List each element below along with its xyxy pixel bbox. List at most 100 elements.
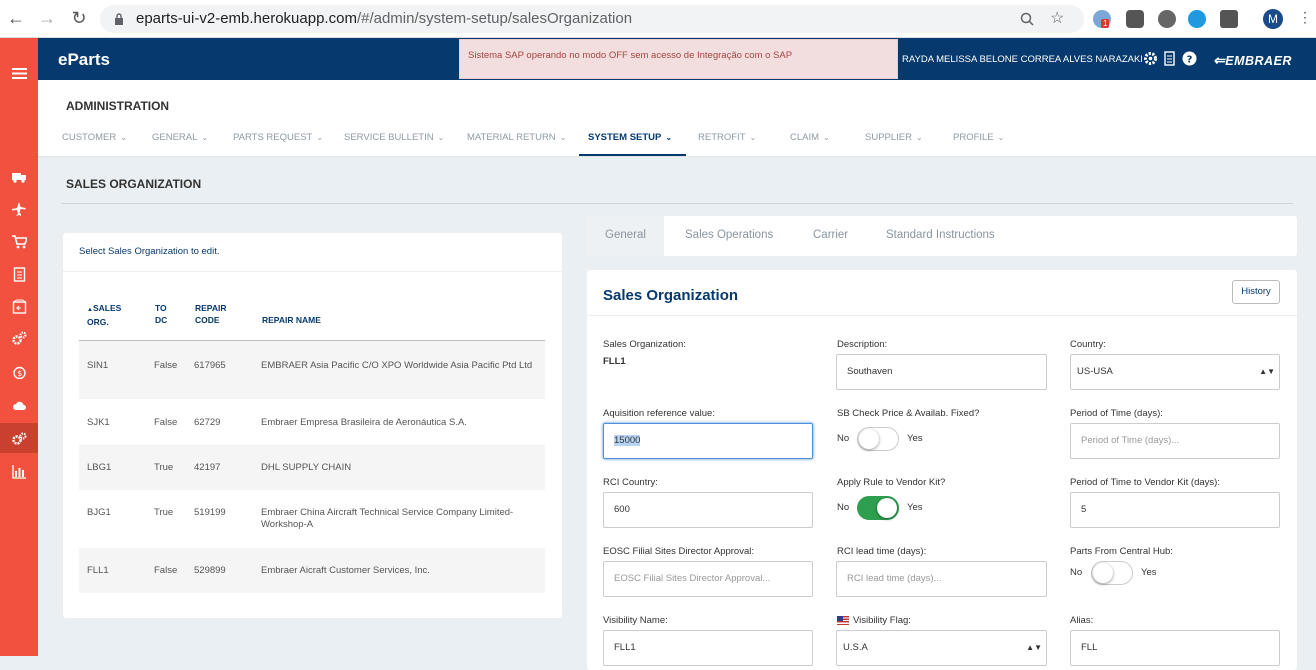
- gears-icon[interactable]: [0, 323, 38, 353]
- tab-sales-operations[interactable]: Sales Operations: [667, 216, 791, 256]
- truck-icon[interactable]: [0, 161, 38, 191]
- sales-org-value: FLL1: [603, 356, 626, 367]
- cell-repair-code: 529899: [194, 565, 226, 576]
- aquisition-input[interactable]: 15000: [603, 423, 813, 459]
- extension-shield-icon[interactable]: [1220, 10, 1238, 28]
- menu-parts-request[interactable]: PARTS REQUEST ⌄: [233, 132, 323, 143]
- url-text: eparts-ui-v2-emb.herokuapp.com/#/admin/s…: [136, 10, 633, 27]
- brand-logo[interactable]: eParts: [58, 50, 110, 70]
- menu-material-return[interactable]: MATERIAL RETURN ⌄: [467, 132, 566, 143]
- table-row[interactable]: FLL1 False 529899 Embraer Aicraft Custom…: [79, 548, 545, 593]
- extension-key-icon[interactable]: [1126, 10, 1144, 28]
- apply-rule-label: Apply Rule to Vendor Kit?: [837, 477, 946, 488]
- menu-system-setup[interactable]: SYSTEM SETUP ⌄: [588, 132, 672, 143]
- alias-label: Alias:: [1070, 615, 1094, 626]
- list-hint: Select Sales Organization to edit.: [79, 246, 220, 257]
- cell-to-dc: False: [154, 565, 178, 576]
- tab-general[interactable]: General: [587, 216, 664, 256]
- extension-check-icon[interactable]: [1188, 10, 1206, 28]
- page-title: SALES ORGANIZATION: [66, 177, 202, 191]
- extension-badge: 1: [1101, 19, 1110, 28]
- reload-icon[interactable]: ↻: [69, 8, 89, 28]
- col-header-sales-org[interactable]: ▲SALES ORG.: [87, 302, 121, 328]
- menu-retrofit[interactable]: RETROFIT ⌄: [698, 132, 756, 143]
- address-bar[interactable]: eparts-ui-v2-emb.herokuapp.com/#/admin/s…: [100, 5, 1084, 33]
- eosc-input[interactable]: EOSC Filial Sites Director Approval...: [603, 561, 813, 597]
- table-row[interactable]: BJG1 True 519199 Embraer China Aircraft …: [79, 490, 545, 548]
- admin-header: ADMINISTRATION CUSTOMER ⌄ GENERAL ⌄ PARTS …: [38, 80, 1316, 157]
- country-select[interactable]: US-USA ▲▼: [1070, 354, 1280, 390]
- chevron-down-icon: ⌄: [997, 133, 1005, 142]
- central-hub-yes-label: Yes: [1141, 567, 1157, 578]
- sb-check-no-label: No: [837, 433, 850, 444]
- visibility-flag-select[interactable]: U.S.A ▲▼: [836, 630, 1047, 666]
- apply-rule-no-label: No: [837, 502, 850, 513]
- rci-country-label: RCI Country:: [603, 477, 658, 488]
- central-hub-label: Parts From Central Hub:: [1070, 546, 1173, 557]
- menu-general[interactable]: GENERAL ⌄: [152, 132, 208, 143]
- back-icon[interactable]: ←: [6, 8, 26, 28]
- menu-customer[interactable]: CUSTOMER ⌄: [62, 132, 127, 143]
- cell-repair-code: 62729: [194, 417, 221, 428]
- visibility-name-label: Visibility Name:: [603, 615, 668, 626]
- cloud-icon[interactable]: [0, 390, 38, 420]
- description-input[interactable]: Southaven: [836, 354, 1047, 390]
- rci-lead-label: RCI lead time (days):: [837, 546, 927, 557]
- profile-avatar[interactable]: M: [1263, 9, 1283, 29]
- menu-claim[interactable]: CLAIM ⌄: [790, 132, 830, 143]
- col-header-repair-name[interactable]: REPAIR NAME: [262, 314, 321, 326]
- sales-org-label: Sales Organization:: [603, 339, 686, 350]
- menu-supplier[interactable]: SUPPLIER ⌄: [865, 132, 923, 143]
- forward-icon[interactable]: →: [37, 8, 57, 28]
- history-button[interactable]: History: [1232, 280, 1280, 304]
- sales-org-form: Sales Organization History Sales Organiz…: [587, 270, 1297, 670]
- table-row[interactable]: SIN1 False 617965 EMBRAER Asia Pacific C…: [79, 341, 545, 399]
- col-header-repair-code[interactable]: REPAIR CODE: [195, 302, 227, 326]
- table-row[interactable]: SJK1 False 62729 Embraer Empresa Brasile…: [79, 399, 545, 445]
- return-box-icon[interactable]: [0, 291, 38, 321]
- tab-carrier[interactable]: Carrier: [795, 216, 866, 256]
- sb-check-label: SB Check Price & Availab. Fixed?: [837, 408, 980, 419]
- description-label: Description:: [837, 339, 888, 350]
- divider: [63, 271, 562, 272]
- table-row[interactable]: LBG1 True 42197 DHL SUPPLY CHAIN: [79, 445, 545, 490]
- extension-translate-icon[interactable]: 1: [1093, 10, 1111, 28]
- apply-rule-toggle[interactable]: [857, 496, 899, 520]
- col-header-to-dc[interactable]: TO DC: [155, 302, 167, 326]
- money-bag-icon[interactable]: $: [0, 356, 38, 386]
- cart-icon[interactable]: [0, 226, 38, 256]
- document-icon[interactable]: [0, 259, 38, 289]
- document-icon[interactable]: [1162, 51, 1177, 66]
- extension-circle-icon[interactable]: [1158, 10, 1176, 28]
- cell-repair-name: DHL SUPPLY CHAIN: [261, 462, 352, 473]
- tab-standard-instructions[interactable]: Standard Instructions: [868, 216, 1013, 256]
- us-flag-icon: [837, 615, 849, 625]
- period-vendor-label: Period of Time to Vendor Kit (days):: [1070, 477, 1220, 488]
- country-label: Country:: [1070, 339, 1106, 350]
- alias-input[interactable]: FLL: [1070, 630, 1280, 666]
- central-hub-toggle[interactable]: [1091, 561, 1133, 585]
- lock-icon: [115, 13, 123, 25]
- browser-menu-icon[interactable]: ⋮: [1298, 9, 1312, 26]
- bookmark-star-icon[interactable]: ☆: [1050, 8, 1064, 28]
- hamburger-menu-icon[interactable]: [0, 58, 38, 88]
- zoom-icon[interactable]: [1020, 12, 1034, 26]
- settings-gear-icon[interactable]: [1143, 51, 1158, 66]
- bar-chart-icon[interactable]: [0, 456, 38, 486]
- rci-lead-input[interactable]: RCI lead time (days)...: [836, 561, 1047, 597]
- system-setup-icon[interactable]: [0, 423, 38, 453]
- cell-repair-code: 519199: [194, 507, 226, 518]
- sb-check-toggle[interactable]: [857, 427, 899, 451]
- period-input[interactable]: Period of Time (days)...: [1070, 423, 1280, 459]
- visibility-name-input[interactable]: FLL1: [603, 630, 813, 666]
- user-name[interactable]: RAYDA MELISSA BELONE CORREA ALVES NARAZA…: [902, 54, 1143, 65]
- visibility-flag-label: Visibility Flag:: [837, 615, 911, 626]
- aquisition-label: Aquisition reference value:: [603, 408, 715, 419]
- rci-country-input[interactable]: 600: [603, 492, 813, 528]
- help-icon[interactable]: ?: [1182, 51, 1197, 66]
- airplane-icon[interactable]: [0, 193, 38, 223]
- cell-sales-org: LBG1: [87, 462, 112, 473]
- menu-profile[interactable]: PROFILE ⌄: [953, 132, 1004, 143]
- period-vendor-input[interactable]: 5: [1070, 492, 1280, 528]
- menu-service-bulletin[interactable]: SERVICE BULLETIN ⌄: [344, 132, 444, 143]
